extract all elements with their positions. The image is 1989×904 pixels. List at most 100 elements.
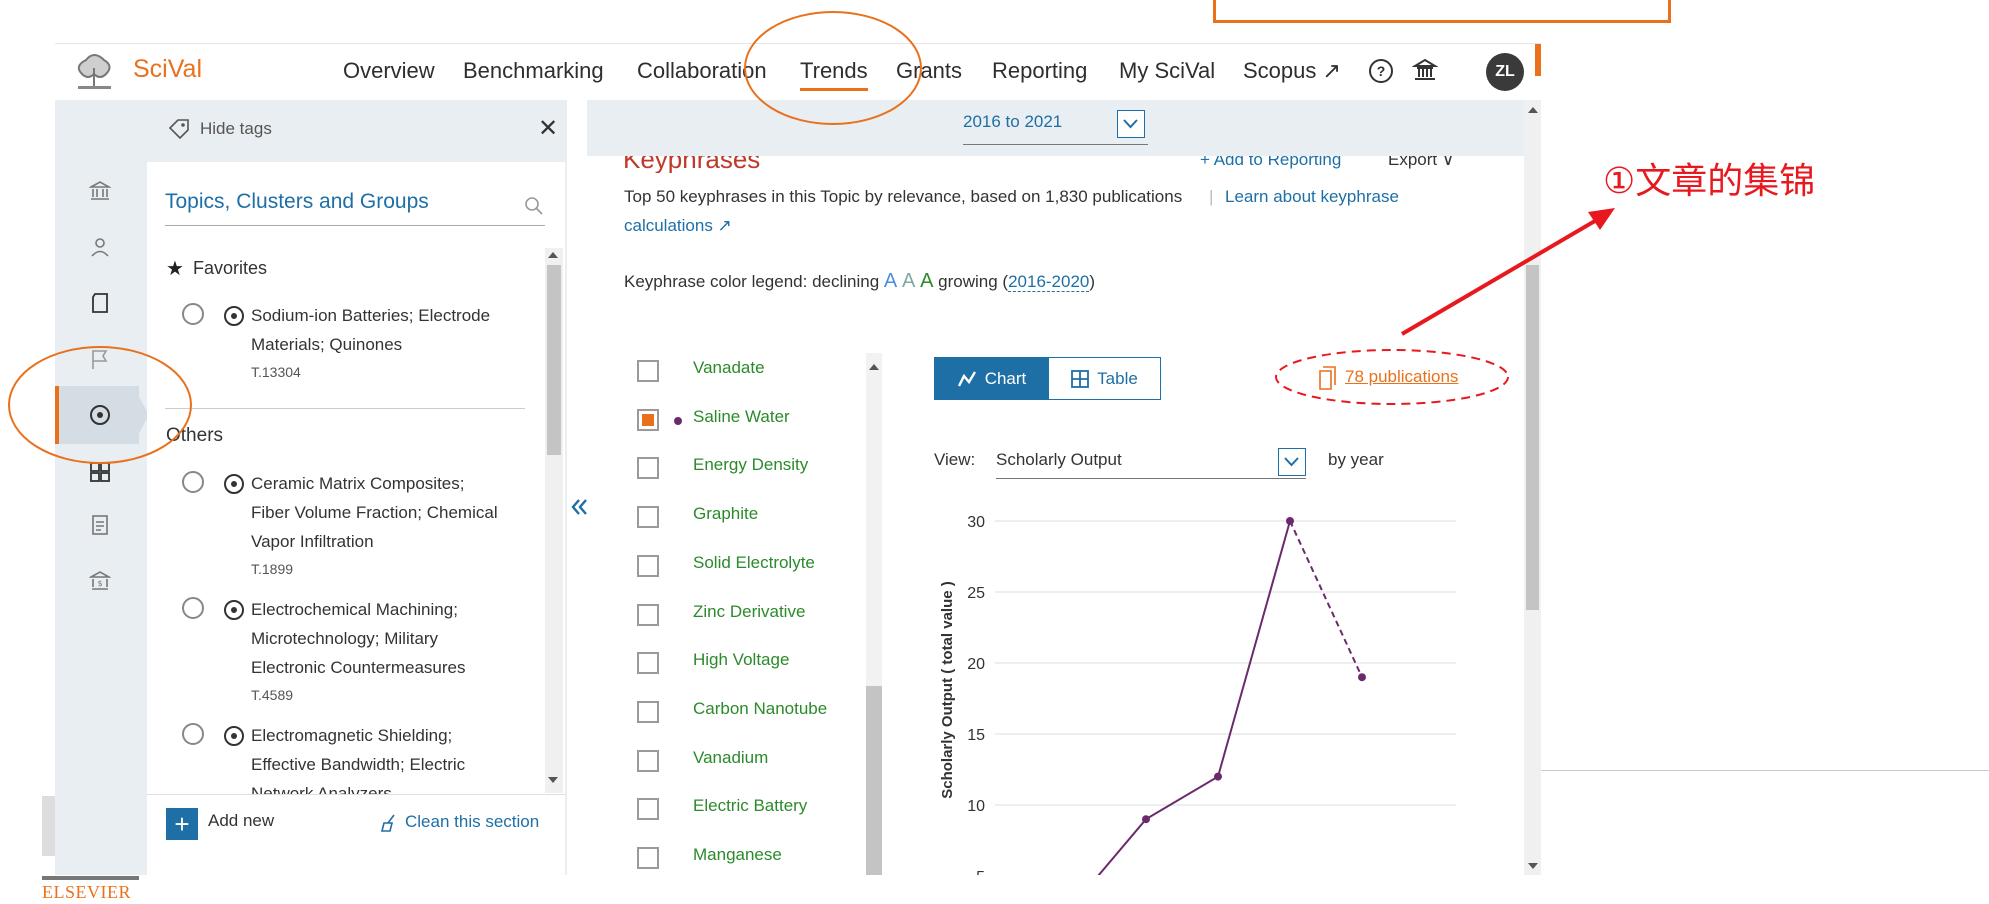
- year-range-dropdown[interactable]: [1117, 110, 1145, 138]
- keyphrase-checkbox[interactable]: [637, 554, 659, 577]
- keyphrase-label[interactable]: High Voltage: [693, 650, 789, 670]
- broom-icon[interactable]: [380, 813, 400, 833]
- main-scrollbar-thumb[interactable]: [1526, 265, 1539, 610]
- keyphrase-checkbox[interactable]: [637, 847, 659, 869]
- keyphrase-checkbox[interactable]: [637, 457, 659, 480]
- keyphrase-label[interactable]: Electric Battery: [693, 796, 807, 816]
- other-topic-title-1[interactable]: Ceramic Matrix Composites; Fiber Volume F…: [251, 469, 498, 556]
- data-point[interactable]: [1214, 772, 1222, 781]
- country-flag-icon[interactable]: [89, 348, 111, 370]
- data-point[interactable]: [1142, 815, 1150, 824]
- keyphrase-checkbox[interactable]: [637, 749, 659, 772]
- add-new-button[interactable]: Add new: [208, 811, 274, 831]
- view-select-value[interactable]: Scholarly Output: [996, 450, 1122, 470]
- keyphrase-checkbox[interactable]: [637, 603, 659, 626]
- keyphrase-label[interactable]: Solid Electrolyte: [693, 553, 815, 573]
- elsevier-tree-logo-icon: [72, 52, 117, 90]
- tag-icon[interactable]: [168, 118, 190, 140]
- chart-tab[interactable]: Chart: [934, 357, 1049, 400]
- keyphrase-label[interactable]: Energy Density: [693, 455, 808, 475]
- report-icon[interactable]: [89, 514, 111, 536]
- elsevier-tree-fragment: [42, 796, 55, 856]
- institution-icon[interactable]: [1412, 57, 1438, 83]
- view-select-dropdown[interactable]: [1278, 448, 1306, 476]
- add-to-reporting-button[interactable]: + Add to Reporting: [1200, 156, 1341, 170]
- data-point[interactable]: [1358, 673, 1366, 682]
- keyphrase-label[interactable]: Zinc Derivative: [693, 602, 805, 622]
- scroll-up-arrow-icon[interactable]: [1527, 105, 1539, 115]
- data-point[interactable]: [1286, 517, 1294, 525]
- keyphrases-heading-clip: Keyphrases + Add to Reporting Export ∨: [623, 156, 1523, 173]
- legend-period-link[interactable]: 2016-2020: [1008, 272, 1090, 292]
- nav-benchmarking[interactable]: Benchmarking: [463, 58, 604, 84]
- other-topic-title-2[interactable]: Electrochemical Machining; Microtechnolog…: [251, 595, 465, 682]
- keyphrase-label[interactable]: Saline Water: [693, 407, 790, 427]
- favorite-topic-id: T.13304: [251, 364, 301, 380]
- topic-icon[interactable]: [90, 405, 110, 425]
- hide-tags-button[interactable]: Hide tags: [200, 119, 272, 139]
- nav-reporting[interactable]: Reporting: [992, 58, 1087, 84]
- other-radio-3[interactable]: [182, 723, 204, 745]
- researcher-icon[interactable]: [89, 236, 111, 258]
- keyphrase-checkbox[interactable]: [637, 798, 659, 821]
- annotation-label: ①文章的集锦: [1603, 161, 1816, 202]
- favorite-topic-title[interactable]: Sodium-ion Batteries; Electrode Materials…: [251, 301, 490, 359]
- add-new-icon[interactable]: +: [166, 808, 198, 840]
- keyphrase-label[interactable]: Graphite: [693, 504, 758, 524]
- year-range-value[interactable]: 2016 to 2021: [963, 112, 1062, 132]
- series-line: [1097, 520, 1291, 875]
- line-chart-icon: [957, 370, 976, 387]
- funding-institution-icon[interactable]: $: [89, 570, 111, 592]
- nav-overview[interactable]: Overview: [343, 58, 435, 84]
- avatar-edge-marker: [1535, 44, 1541, 76]
- nav-trends[interactable]: Trends: [800, 58, 868, 91]
- keyphrase-label[interactable]: Manganese: [693, 845, 782, 865]
- panel-title: Topics, Clusters and Groups: [165, 190, 429, 213]
- help-icon[interactable]: ?: [1369, 59, 1393, 83]
- learn-keyphrase-link[interactable]: Learn about keyphrase: [1225, 187, 1399, 207]
- keyphrase-checkbox[interactable]: [637, 652, 659, 675]
- scroll-down-arrow-icon[interactable]: [1527, 861, 1539, 871]
- other-radio-2[interactable]: [182, 597, 204, 619]
- favorite-radio[interactable]: [182, 303, 204, 325]
- keyphrase-checkbox[interactable]: [637, 360, 659, 382]
- publications-link[interactable]: 78 publications: [1345, 367, 1458, 387]
- scival-brand[interactable]: SciVal: [133, 55, 202, 84]
- other-radio-1[interactable]: [182, 471, 204, 493]
- view-label: View:: [934, 450, 976, 469]
- groups-grid-icon[interactable]: [89, 461, 111, 483]
- scholarly-output-chart: 5 10 15 20 25 30 Scholarly Output ( total val…: [939, 514, 1456, 875]
- publications-icon: [1319, 366, 1336, 390]
- nav-collaboration[interactable]: Collaboration: [637, 58, 767, 84]
- left-icon-rail: [55, 100, 147, 875]
- table-tab[interactable]: Table: [1049, 357, 1161, 400]
- nav-grants[interactable]: Grants: [896, 58, 962, 84]
- annotation-arrow-line: [1400, 216, 1602, 336]
- export-button[interactable]: Export ∨: [1388, 156, 1454, 170]
- nav-my-scival[interactable]: My SciVal: [1119, 58, 1215, 84]
- keyphrase-label[interactable]: Vanadium: [693, 748, 768, 768]
- avatar[interactable]: ZL: [1486, 53, 1524, 91]
- scroll-down-arrow-icon[interactable]: [547, 775, 559, 785]
- learn-keyphrase-link-cont[interactable]: calculations ↗: [624, 216, 732, 236]
- keyphrase-checkbox[interactable]: [637, 506, 659, 529]
- scroll-up-arrow-icon[interactable]: [868, 362, 880, 372]
- nav-scopus[interactable]: Scopus ↗: [1243, 58, 1341, 84]
- keyphrase-label[interactable]: Carbon Nanotube: [693, 699, 827, 719]
- keyphrase-label[interactable]: Vanadate: [693, 358, 765, 378]
- star-icon: ★: [166, 258, 184, 280]
- institution-icon[interactable]: [89, 180, 111, 202]
- other-topic-title-3[interactable]: Electromagnetic Shielding; Effective Band…: [251, 721, 465, 794]
- clean-section-button[interactable]: Clean this section: [405, 812, 539, 832]
- publication-set-icon[interactable]: [89, 292, 111, 314]
- collapse-panel-icon[interactable]: [571, 497, 589, 517]
- keyphrase-checkbox[interactable]: [637, 700, 659, 723]
- svg-text:$: $: [97, 579, 102, 588]
- close-icon[interactable]: ✕: [538, 114, 558, 143]
- search-icon[interactable]: [524, 196, 544, 216]
- keyphrase-checkbox[interactable]: [637, 408, 659, 431]
- series-color-dot: [674, 416, 682, 425]
- scroll-up-arrow-icon[interactable]: [547, 250, 559, 260]
- keyphrase-scrollbar-thumb[interactable]: [866, 686, 882, 875]
- panel-scrollbar-thumb[interactable]: [547, 265, 561, 455]
